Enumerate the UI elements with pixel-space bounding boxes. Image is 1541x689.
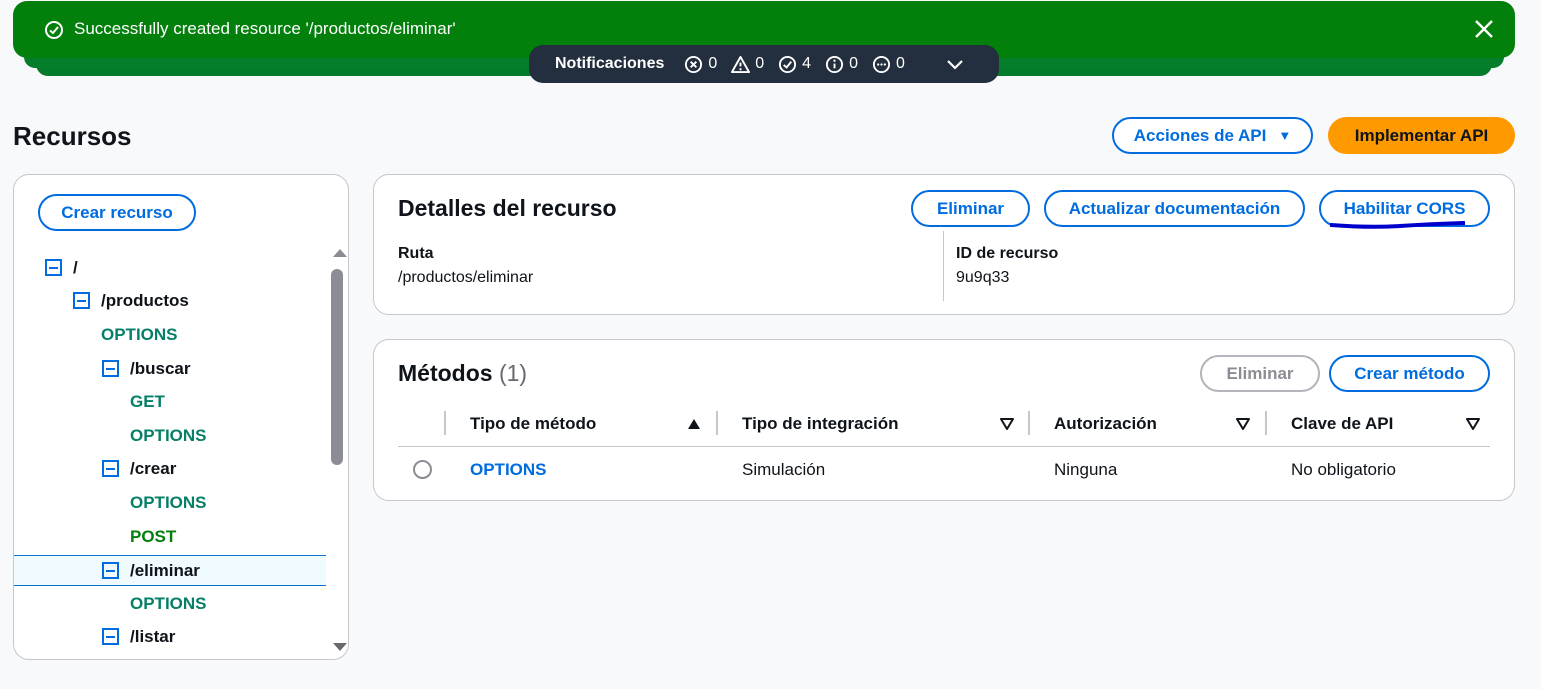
warning-icon	[731, 55, 751, 73]
column-separator	[1028, 411, 1030, 435]
column-header-method-type[interactable]: Tipo de método	[470, 414, 596, 434]
create-method-button[interactable]: Crear método	[1329, 355, 1490, 392]
api-key-cell: No obligatorio	[1291, 460, 1396, 479]
sort-icon[interactable]	[1466, 418, 1480, 430]
chevron-down-icon[interactable]	[945, 55, 965, 73]
tree-item-listar[interactable]: /listar	[14, 621, 326, 652]
path-value: /productos/eliminar	[398, 269, 534, 286]
table-header-divider	[398, 446, 1490, 447]
column-separator	[444, 411, 446, 435]
success-check-icon	[45, 21, 63, 39]
method-link[interactable]: OPTIONS	[470, 460, 547, 480]
tree-item-buscar[interactable]: /buscar	[14, 353, 326, 384]
methods-count: (1)	[498, 360, 528, 386]
resource-id-value: 9u9q33	[956, 269, 1010, 286]
collapse-icon[interactable]	[102, 562, 119, 579]
column-separator	[1265, 411, 1267, 435]
delete-resource-button[interactable]: Eliminar	[911, 190, 1030, 227]
tree-method-options[interactable]: OPTIONS	[14, 588, 326, 619]
tree-item-root[interactable]: /	[14, 252, 326, 283]
flash-message: Successfully created resource '/producto…	[74, 19, 456, 38]
tree-method-options[interactable]: OPTIONS	[14, 420, 326, 451]
warning-count: 0	[731, 55, 764, 74]
in-progress-count: 0	[872, 55, 905, 74]
notifications-bar[interactable]: Notificaciones 0 0 4 0 0	[529, 45, 999, 83]
info-icon	[826, 55, 844, 73]
column-header-integration-type[interactable]: Tipo de integración	[742, 414, 898, 434]
tree-item-eliminar[interactable]: /eliminar	[14, 555, 326, 586]
collapse-icon[interactable]	[102, 628, 119, 645]
error-icon	[685, 55, 703, 73]
collapse-icon[interactable]	[45, 259, 62, 276]
success-icon	[779, 55, 797, 73]
tree-item-productos[interactable]: /productos	[14, 285, 326, 316]
success-count: 4	[778, 55, 811, 74]
page-title: Recursos	[13, 121, 132, 151]
api-actions-dropdown[interactable]: Acciones de API ▼	[1112, 117, 1313, 154]
integration-type-cell: Simulación	[742, 460, 826, 479]
create-resource-button[interactable]: Crear recurso	[38, 194, 196, 231]
sort-icon[interactable]	[1236, 418, 1250, 430]
in-progress-icon	[872, 55, 891, 73]
tree-scrollbar[interactable]	[329, 245, 347, 655]
close-icon[interactable]	[1473, 18, 1495, 40]
collapse-icon[interactable]	[73, 292, 90, 309]
annotation-underline	[1330, 221, 1465, 229]
resource-tree-panel: Crear recurso / /productos OPTIONS /busc…	[13, 174, 349, 660]
error-count: 0	[684, 55, 717, 74]
row-select-radio[interactable]	[413, 460, 432, 479]
column-header-authorization[interactable]: Autorización	[1054, 414, 1157, 434]
sort-ascending-icon[interactable]	[687, 418, 701, 430]
collapse-icon[interactable]	[102, 360, 119, 377]
authorization-cell: Ninguna	[1054, 460, 1118, 479]
sort-icon[interactable]	[1000, 418, 1014, 430]
scroll-down-icon[interactable]	[333, 643, 347, 651]
path-label: Ruta	[398, 245, 434, 262]
details-title: Detalles del recurso	[398, 195, 617, 221]
scroll-up-icon[interactable]	[333, 249, 347, 257]
tree-method-post[interactable]: POST	[14, 521, 326, 552]
scrollbar-thumb[interactable]	[331, 269, 343, 465]
tree-item-crear[interactable]: /crear	[14, 453, 326, 484]
column-separator	[716, 411, 718, 435]
info-count: 0	[825, 55, 858, 74]
tree-method-options[interactable]: OPTIONS	[14, 319, 326, 350]
tree-method-get[interactable]: GET	[14, 386, 326, 417]
methods-title: Métodos (1)	[398, 360, 528, 386]
resource-id-label: ID de recurso	[956, 245, 1059, 262]
caret-down-icon: ▼	[1278, 128, 1292, 143]
notifications-title: Notificaciones	[555, 55, 665, 72]
collapse-icon[interactable]	[102, 460, 119, 477]
tree-method-options[interactable]: OPTIONS	[14, 487, 326, 518]
column-header-api-key[interactable]: Clave de API	[1291, 414, 1393, 434]
deploy-api-button[interactable]: Implementar API	[1328, 117, 1515, 154]
delete-method-button[interactable]: Eliminar	[1200, 355, 1320, 392]
update-docs-button[interactable]: Actualizar documentación	[1044, 190, 1305, 227]
divider	[943, 231, 944, 301]
